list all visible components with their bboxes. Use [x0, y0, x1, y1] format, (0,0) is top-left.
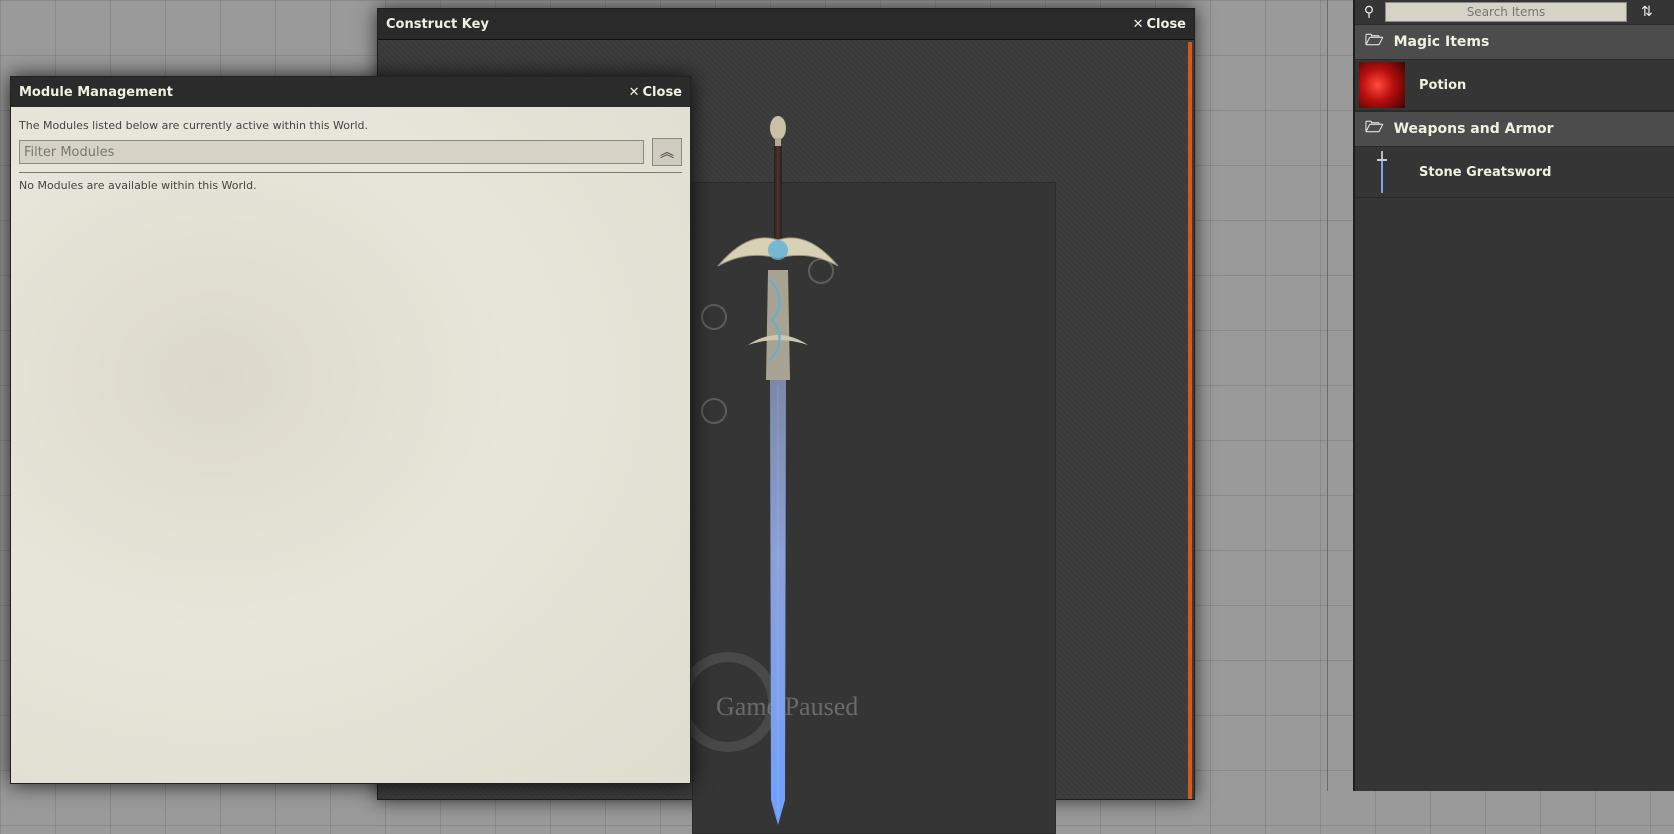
grid-divider: [1327, 0, 1328, 791]
filter-modules-input[interactable]: [19, 140, 644, 164]
module-management-body: The Modules listed below are currently a…: [11, 107, 690, 783]
empty-message: No Modules are available within this Wor…: [19, 179, 257, 192]
folder-open-icon: 🗁: [1365, 30, 1384, 49]
close-button[interactable]: ✕ Close: [1133, 17, 1186, 32]
window-title: Module Management: [19, 84, 173, 100]
construct-key-header[interactable]: Construct Key ✕ Close: [378, 9, 1194, 40]
sword-icon: [1359, 149, 1405, 195]
folder-label: Magic Items: [1393, 34, 1490, 50]
close-label: Close: [642, 84, 682, 100]
folder-open-icon: 🗁: [1365, 117, 1384, 136]
greatsword-image: [717, 116, 839, 825]
module-management-header[interactable]: Module Management ✕ Close: [11, 77, 690, 107]
close-button[interactable]: ✕ Close: [629, 85, 682, 100]
folder-weapons-and-armor[interactable]: 🗁 Weapons and Armor: [1355, 111, 1674, 147]
close-icon: ✕: [628, 84, 640, 100]
search-icon: ⚲: [1363, 4, 1375, 20]
item-label: Stone Greatsword: [1419, 164, 1552, 180]
window-title: Construct Key: [386, 16, 489, 32]
folder-label: Weapons and Armor: [1393, 121, 1554, 137]
scrollbar[interactable]: [1188, 42, 1192, 799]
module-note: The Modules listed below are currently a…: [19, 119, 369, 132]
list-item[interactable]: Stone Greatsword: [1355, 147, 1674, 198]
search-items-input[interactable]: [1385, 2, 1627, 22]
close-icon: ✕: [1132, 16, 1144, 32]
item-label: Potion: [1419, 77, 1467, 93]
sort-icon[interactable]: ⇅: [1641, 4, 1653, 20]
divider: [19, 172, 682, 173]
collapse-button[interactable]: ︽: [652, 138, 682, 166]
folder-magic-items[interactable]: 🗁 Magic Items: [1355, 24, 1674, 60]
close-label: Close: [1146, 16, 1186, 32]
potion-icon: [1359, 62, 1405, 108]
module-management-window: Module Management ✕ Close The Modules li…: [10, 76, 691, 784]
filter-row: ︽: [19, 138, 682, 166]
search-row: ⚲ ⇅: [1355, 0, 1674, 24]
items-sidebar: ⚲ ⇅ 🗁 Magic Items Potion 🗁 Weapons and A…: [1353, 0, 1674, 791]
list-item[interactable]: Potion: [1355, 60, 1674, 111]
chevron-up-icon: ︽: [660, 145, 674, 161]
